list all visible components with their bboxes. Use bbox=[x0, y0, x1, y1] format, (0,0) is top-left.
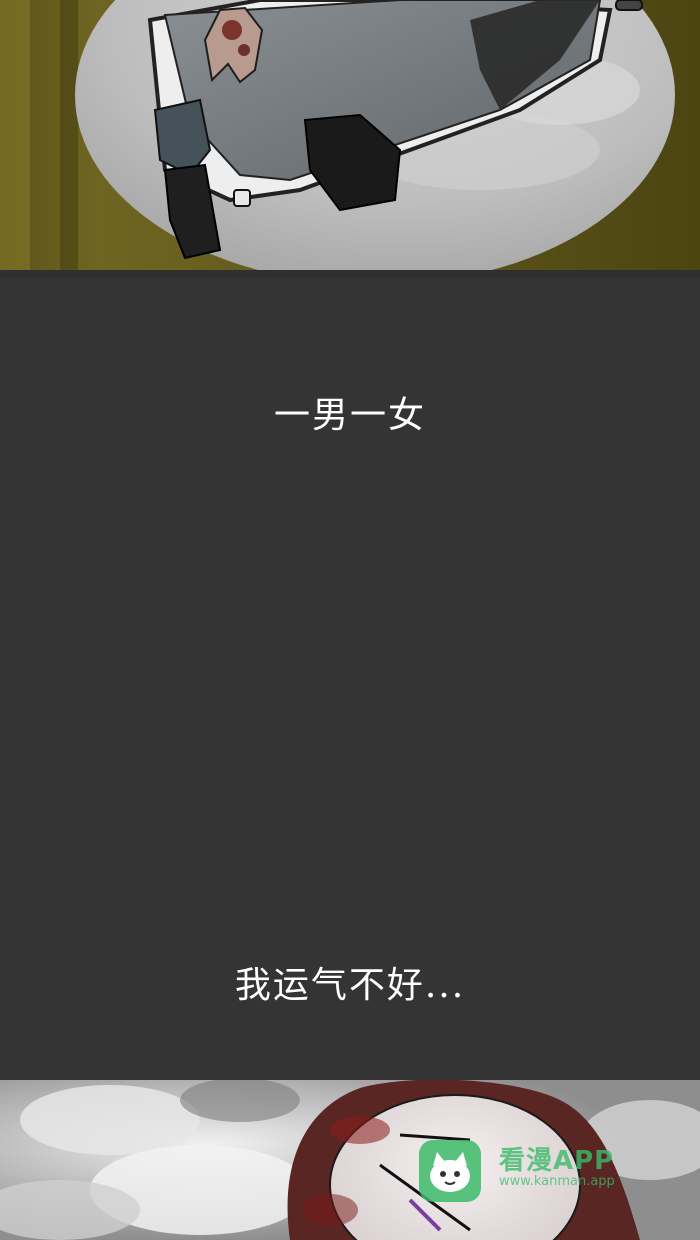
cat-face-icon bbox=[419, 1140, 481, 1202]
watermark-url: www.kanman.app bbox=[499, 1174, 615, 1189]
narration-caption-1: 一男一女 bbox=[273, 395, 426, 436]
top-comic-panel bbox=[0, 0, 700, 278]
stretcher-scene-illustration bbox=[0, 0, 700, 278]
watermark: 看漫APP www.kanman.app bbox=[415, 1136, 665, 1202]
watermark-brand: 看漫APP bbox=[499, 1146, 615, 1176]
bottom-comic-panel: 看漫APP www.kanman.app bbox=[0, 1080, 700, 1240]
narration-caption-2: 我运气不好... bbox=[234, 965, 466, 1006]
